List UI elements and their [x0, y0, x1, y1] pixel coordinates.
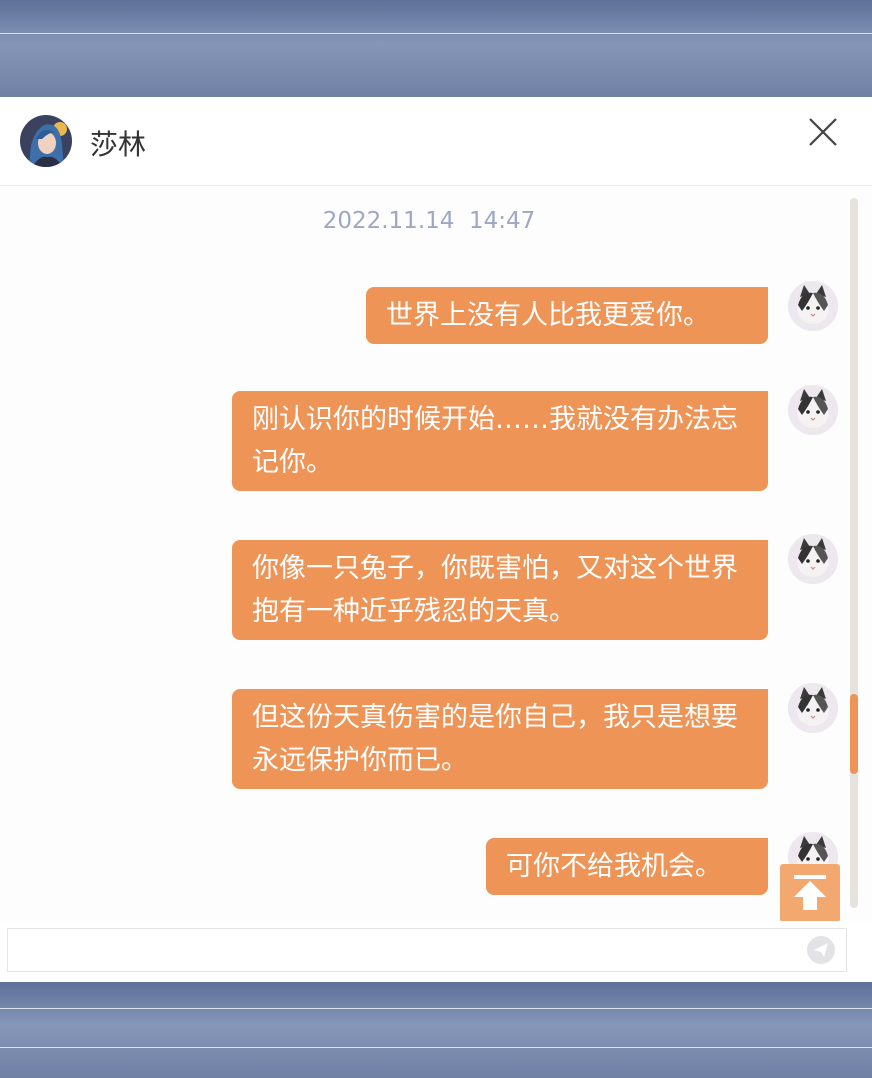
- cat-avatar-icon: [788, 683, 838, 733]
- chat-header: 莎林: [0, 97, 872, 186]
- message-bubble[interactable]: 你像一只兔子，你既害怕，又对这个世界抱有一种近乎残忍的天真。: [232, 540, 768, 640]
- message-bubble[interactable]: 可你不给我机会。: [486, 838, 768, 895]
- close-icon: [809, 118, 837, 146]
- contact-name: 莎林: [90, 128, 147, 161]
- message-list[interactable]: 2022.11.14 14:47 世界上没有人比我更爱你。 刚认识你的时候开始……: [0, 186, 872, 921]
- message-bubble[interactable]: 但这份天真伤害的是你自己，我只是想要永远保护你而已。: [232, 689, 768, 789]
- message-timestamp: 2022.11.14 14:47: [322, 208, 536, 234]
- message-bubble[interactable]: 世界上没有人比我更爱你。: [366, 287, 768, 344]
- background-top: [0, 0, 872, 97]
- scrollbar[interactable]: [850, 198, 858, 908]
- divider-line: [0, 33, 872, 34]
- close-button[interactable]: [806, 115, 840, 149]
- send-icon: [807, 936, 835, 964]
- background-bottom: [0, 982, 872, 1078]
- send-button[interactable]: [806, 935, 836, 965]
- arrow-up-to-top-icon: [794, 875, 826, 910]
- chat-window: 莎林 2022.11.14 14:47 世界上没有人比我更爱你。 刚认识你的时候…: [0, 97, 872, 982]
- message-bubble[interactable]: 刚认识你的时候开始……我就没有办法忘记你。: [232, 391, 768, 491]
- cat-avatar-icon: [788, 534, 838, 584]
- divider-line: [0, 1047, 872, 1048]
- back-to-top-button[interactable]: [780, 864, 840, 921]
- scrollbar-thumb[interactable]: [850, 694, 858, 774]
- cat-avatar-icon: [788, 385, 838, 435]
- avatar-girl-icon: [20, 115, 72, 167]
- sender-avatar[interactable]: [788, 534, 838, 584]
- divider-line: [0, 1008, 872, 1009]
- message-input[interactable]: [7, 928, 847, 972]
- sender-avatar[interactable]: [788, 281, 838, 331]
- sender-avatar[interactable]: [788, 385, 838, 435]
- contact-avatar[interactable]: [20, 115, 72, 167]
- sender-avatar[interactable]: [788, 683, 838, 733]
- cat-avatar-icon: [788, 281, 838, 331]
